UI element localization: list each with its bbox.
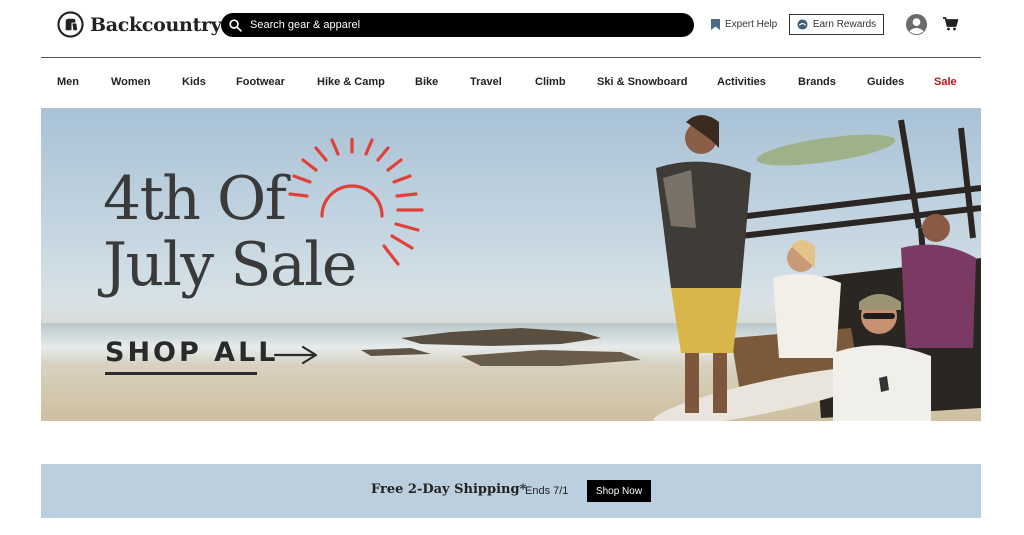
promo-ends: Ends 7/1 bbox=[525, 485, 569, 497]
hero-title-line-1: 4th Of bbox=[103, 164, 287, 234]
arrow-right-icon[interactable] bbox=[273, 344, 319, 366]
nav-item-ski-snowboard[interactable]: Ski & Snowboard bbox=[597, 76, 687, 88]
logo-icon bbox=[57, 11, 84, 38]
rewards-icon bbox=[797, 19, 808, 30]
cart-icon[interactable] bbox=[943, 17, 958, 31]
bookmark-icon bbox=[711, 19, 720, 30]
nav-item-footwear[interactable]: Footwear bbox=[236, 76, 285, 88]
nav-item-travel[interactable]: Travel bbox=[470, 76, 502, 88]
expert-help-label: Expert Help bbox=[725, 19, 778, 30]
logo[interactable]: Backcountry bbox=[57, 11, 222, 38]
search-bar[interactable] bbox=[221, 13, 694, 37]
shipping-promo: Free 2-Day Shipping* Ends 7/1 Shop Now bbox=[41, 464, 981, 518]
earn-rewards-label: Earn Rewards bbox=[812, 19, 877, 30]
main-nav: Men Women Kids Footwear Hike & Camp Bike… bbox=[41, 58, 981, 106]
nav-item-kids[interactable]: Kids bbox=[182, 76, 206, 88]
nav-item-guides[interactable]: Guides bbox=[867, 76, 904, 88]
promo-title: Free 2-Day Shipping* bbox=[371, 482, 527, 497]
nav-item-hike-camp[interactable]: Hike & Camp bbox=[317, 76, 385, 88]
nav-item-activities[interactable]: Activities bbox=[717, 76, 766, 88]
nav-item-climb[interactable]: Climb bbox=[535, 76, 566, 88]
hero-photo-people bbox=[653, 115, 981, 421]
expert-help-link[interactable]: Expert Help bbox=[711, 19, 777, 30]
hero-title-line-2: July Sale bbox=[103, 230, 357, 300]
logo-text: Backcountry bbox=[90, 13, 222, 36]
hero-banner[interactable]: 4th Of July Sale SHOP ALL bbox=[41, 108, 981, 421]
shop-all-underline bbox=[105, 372, 257, 375]
nav-item-bike[interactable]: Bike bbox=[415, 76, 438, 88]
nav-item-men[interactable]: Men bbox=[57, 76, 79, 88]
site-header: Backcountry Expert Help Earn Rewards bbox=[0, 0, 1024, 57]
account-icon[interactable] bbox=[905, 13, 928, 36]
search-icon bbox=[229, 18, 242, 32]
earn-rewards-button[interactable]: Earn Rewards bbox=[789, 14, 884, 35]
shop-all-link[interactable]: SHOP ALL bbox=[105, 337, 279, 368]
nav-item-women[interactable]: Women bbox=[111, 76, 151, 88]
search-input[interactable] bbox=[250, 19, 670, 31]
hero-title: 4th Of July Sale bbox=[103, 164, 357, 300]
shop-now-button[interactable]: Shop Now bbox=[587, 480, 651, 502]
nav-item-brands[interactable]: Brands bbox=[798, 76, 836, 88]
nav-item-sale[interactable]: Sale bbox=[934, 76, 957, 88]
